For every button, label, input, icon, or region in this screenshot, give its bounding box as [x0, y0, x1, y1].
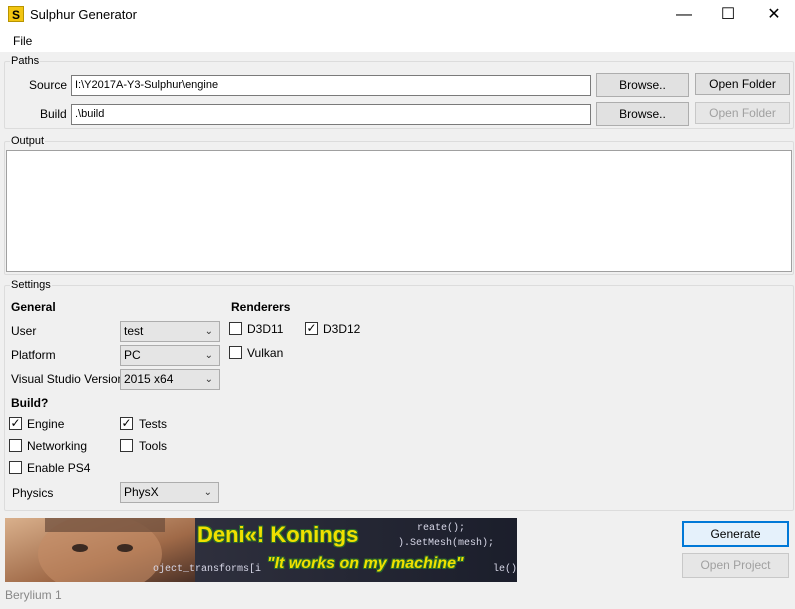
platform-label: Platform: [11, 348, 56, 362]
tools-checkbox[interactable]: [120, 439, 133, 452]
vs-version-combo[interactable]: 2015 x64 ⌄: [120, 369, 220, 390]
platform-combo-value: PC: [124, 348, 141, 362]
status-text: Berylium 1: [5, 588, 62, 602]
generate-button[interactable]: Generate: [682, 521, 789, 547]
user-combo-value: test: [124, 324, 144, 338]
build-input[interactable]: .\build: [71, 104, 591, 125]
developer-banner: reate(); ).SetMesh(mesh); oject_transfor…: [5, 518, 517, 582]
platform-combo[interactable]: PC ⌄: [120, 345, 220, 366]
banner-tagline: "It works on my machine": [267, 555, 464, 572]
output-textarea[interactable]: [6, 150, 792, 272]
enable-ps4-checkbox[interactable]: [9, 461, 22, 474]
build-open-folder-button[interactable]: Open Folder: [695, 102, 790, 124]
settings-group-label: Settings: [10, 279, 52, 291]
source-input[interactable]: I:\Y2017A-Y3-Sulphur\engine: [71, 75, 591, 96]
settings-group: [4, 285, 794, 511]
minimize-button[interactable]: —: [661, 0, 707, 30]
chevron-down-icon: ⌄: [204, 350, 213, 361]
vs-version-label: Visual Studio Version: [11, 372, 125, 386]
maximize-button[interactable]: ☐: [705, 0, 751, 30]
paths-group-label: Paths: [10, 55, 41, 67]
d3d12-checkbox[interactable]: ✓: [305, 322, 318, 335]
code-line-3: oject_transforms[i: [153, 564, 262, 575]
d3d11-checkbox[interactable]: [229, 322, 242, 335]
banner-name: Deni«! Konings: [197, 522, 359, 547]
d3d11-label: D3D11: [247, 322, 284, 336]
chevron-down-icon: ⌄: [204, 374, 213, 385]
enable-ps4-label: Enable PS4: [27, 461, 91, 475]
source-label: Source: [29, 78, 68, 92]
build-browse-button[interactable]: Browse..: [596, 102, 689, 126]
tests-checkbox[interactable]: ✓: [120, 417, 133, 430]
menu-file[interactable]: File: [13, 34, 32, 48]
source-open-folder-button[interactable]: Open Folder: [695, 73, 790, 95]
chevron-down-icon: ⌄: [203, 487, 212, 498]
build-label: Build: [40, 107, 67, 121]
networking-label: Networking: [27, 439, 88, 453]
code-line-1: reate();: [417, 523, 466, 534]
code-line-4: le();: [493, 564, 517, 575]
user-combo[interactable]: test ⌄: [120, 321, 220, 342]
tools-label: Tools: [139, 439, 168, 453]
vs-version-combo-value: 2015 x64: [124, 372, 174, 386]
physics-combo[interactable]: PhysX ⌄: [120, 482, 219, 503]
code-line-2: ).SetMesh(mesh);: [398, 538, 495, 549]
renderers-heading: Renderers: [231, 300, 291, 314]
networking-checkbox[interactable]: [9, 439, 22, 452]
source-browse-button[interactable]: Browse..: [596, 73, 689, 97]
user-label: User: [11, 324, 37, 338]
app-icon: S: [8, 6, 24, 22]
open-project-button[interactable]: Open Project: [682, 553, 789, 578]
general-heading: General: [11, 300, 56, 314]
physics-label: Physics: [12, 486, 54, 500]
tests-label: Tests: [139, 417, 168, 431]
vulkan-checkbox[interactable]: [229, 346, 242, 359]
output-group-label: Output: [10, 135, 46, 147]
window-title: Sulphur Generator: [30, 7, 137, 22]
physics-combo-value: PhysX: [124, 485, 159, 499]
menu-bar: [0, 30, 795, 52]
engine-checkbox[interactable]: ✓: [9, 417, 22, 430]
build-heading: Build?: [11, 396, 49, 410]
chevron-down-icon: ⌄: [204, 326, 213, 337]
d3d12-label: D3D12: [323, 322, 361, 336]
vulkan-label: Vulkan: [247, 346, 284, 360]
close-button[interactable]: ✕: [751, 0, 795, 30]
engine-label: Engine: [27, 417, 65, 431]
